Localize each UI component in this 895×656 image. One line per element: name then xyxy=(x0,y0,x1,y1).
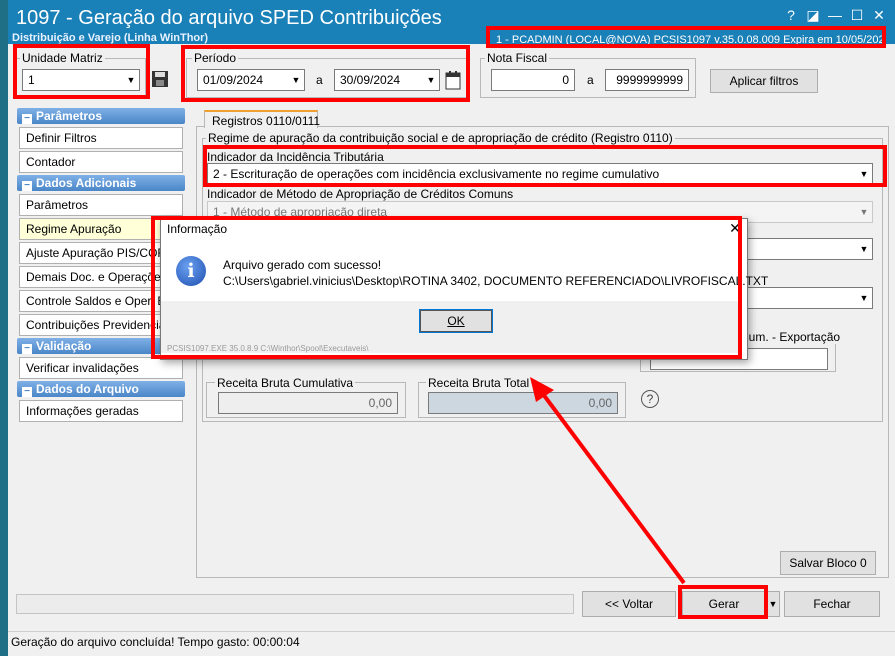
chevron-down-icon: ▼ xyxy=(126,75,136,85)
salvar-bloco-button[interactable]: Salvar Bloco 0 xyxy=(780,551,876,575)
fechar-button[interactable]: Fechar xyxy=(784,591,880,617)
chevron-down-icon: ▼ xyxy=(859,207,869,217)
receita-cumulativa-input[interactable]: 0,00 xyxy=(218,392,398,414)
info-dialog: Informação ✕ i Arquivo gerado com sucess… xyxy=(160,218,768,360)
gerar-dropdown-icon[interactable]: ▼ xyxy=(766,591,780,617)
periodo-end-date[interactable]: 30/09/2024 ▼ xyxy=(334,69,440,91)
sidebar-item-verificar-invalidacoes[interactable]: Verificar invalidações xyxy=(19,357,183,379)
apply-filters-button[interactable]: Aplicar filtros xyxy=(710,69,818,93)
calendar-icon[interactable] xyxy=(444,70,462,90)
user-info: 1 - PCADMIN (LOCAL@NOVA) PCSIS1097 v.35.… xyxy=(486,26,886,48)
sidebar-item-contador[interactable]: Contador xyxy=(19,151,183,173)
gerar-button[interactable]: Gerar xyxy=(682,591,766,617)
restore-icon[interactable]: ◪ xyxy=(804,6,822,24)
unidade-matriz-select[interactable]: 1 ▼ xyxy=(22,69,140,91)
indicador-incidencia-label: Indicador da Incidência Tributária xyxy=(207,150,384,164)
sidebar-section-parametros[interactable]: − Parâmetros xyxy=(17,108,185,124)
voltar-button[interactable]: << Voltar xyxy=(582,591,676,617)
close-button[interactable]: ✕ xyxy=(870,6,888,24)
sidebar-item-contribuicoes-prev[interactable]: Contribuições Previdenciárias xyxy=(19,314,183,336)
sidebar-item-definir-filtros[interactable]: Definir Filtros xyxy=(19,127,183,149)
sidebar-item-ajuste-apuracao[interactable]: Ajuste Apuração PIS/COFINS xyxy=(19,242,183,264)
nota-fiscal-end-input[interactable]: 9999999999 xyxy=(605,69,689,91)
periodo-start-date[interactable]: 01/09/2024 ▼ xyxy=(197,69,305,91)
sidebar-section-dados-adicionais[interactable]: − Dados Adicionais xyxy=(17,175,185,191)
help-button[interactable]: ? xyxy=(782,6,800,24)
chevron-down-icon: ▼ xyxy=(859,244,869,254)
chevron-down-icon: ▼ xyxy=(291,75,301,85)
chevron-down-icon: ▼ xyxy=(426,75,436,85)
progress-bar xyxy=(16,594,574,614)
sidebar-section-dados-arquivo[interactable]: − Dados do Arquivo xyxy=(17,381,185,397)
minimize-button[interactable]: — xyxy=(826,6,844,24)
window-subtitle: Distribuição e Varejo (Linha WinThor) xyxy=(12,32,209,44)
info-icon: i xyxy=(176,256,206,286)
chevron-down-icon: ▼ xyxy=(859,169,869,179)
sidebar-item-demais-doc[interactable]: Demais Doc. e Operações xyxy=(19,266,183,288)
main-window: 1097 - Geração do arquivo SPED Contribui… xyxy=(8,0,895,656)
section-title: Dados do Arquivo xyxy=(36,382,139,396)
dialog-title: Informação xyxy=(167,222,228,236)
tab-registros-0110[interactable]: Registros 0110/0111 xyxy=(204,110,320,128)
periodo-start-value: 01/09/2024 xyxy=(203,73,264,87)
save-icon[interactable] xyxy=(150,69,170,89)
sidebar-item-informacoes-geradas[interactable]: Informações geradas xyxy=(19,400,183,422)
indicador-incidencia-select[interactable]: 2 - Escrituração de operações com incidê… xyxy=(207,163,873,185)
ok-button[interactable]: OK xyxy=(419,309,493,333)
dialog-path: C:\Users\gabriel.vinicius\Desktop\ROTINA… xyxy=(223,274,769,288)
indicador-metodo-value: 1 - Método de apropriação direta xyxy=(213,205,388,219)
periodo-sep: a xyxy=(316,73,323,87)
indicador-metodo-label: Indicador de Método de Apropriação de Cr… xyxy=(207,187,514,201)
section-title: Validação xyxy=(36,339,92,353)
unidade-matriz-value: 1 xyxy=(28,73,35,87)
receita-exportacao-label: Cum. - Exportação xyxy=(738,330,843,344)
dialog-close-button[interactable]: ✕ xyxy=(727,220,743,238)
receita-total-input[interactable]: 0,00 xyxy=(428,392,618,414)
indicador-incidencia-value: 2 - Escrituração de operações com incidê… xyxy=(213,167,660,181)
sidebar-item-parametros[interactable]: Parâmetros xyxy=(19,194,183,216)
periodo-end-value: 30/09/2024 xyxy=(340,73,401,87)
collapse-icon: − xyxy=(22,114,32,124)
receita-cumulativa-label: Receita Bruta Cumulativa xyxy=(215,376,356,390)
periodo-label: Período xyxy=(192,51,239,65)
nota-fiscal-sep: a xyxy=(587,73,594,87)
unidade-matriz-label: Unidade Matriz xyxy=(20,51,105,65)
chevron-down-icon: ▼ xyxy=(859,293,869,303)
nota-fiscal-start-input[interactable]: 0 xyxy=(491,69,575,91)
section-title: Parâmetros xyxy=(36,109,103,123)
maximize-button[interactable]: ☐ xyxy=(848,6,866,24)
sidebar-item-controle-saldos[interactable]: Controle Saldos e Oper. Ext. xyxy=(19,290,183,312)
window-title: 1097 - Geração do arquivo SPED Contribui… xyxy=(16,7,442,29)
nota-fiscal-label: Nota Fiscal xyxy=(485,51,550,65)
receita-total-label: Receita Bruta Total xyxy=(426,376,532,390)
section-title: Dados Adicionais xyxy=(36,176,137,190)
dialog-message: Arquivo gerado com sucesso! xyxy=(223,258,382,272)
dialog-footer: PCSIS1097.EXE 35.0.8.9 C:\Winthor\Spool\… xyxy=(167,344,369,353)
collapse-icon: − xyxy=(22,387,32,397)
ok-label: OK xyxy=(447,314,465,328)
status-bar: Geração do arquivo concluída! Tempo gast… xyxy=(8,631,895,652)
sidebar-item-regime-apuracao[interactable]: Regime Apuração xyxy=(19,218,183,240)
help-icon[interactable]: ? xyxy=(641,390,659,408)
collapse-icon: − xyxy=(22,181,32,191)
regime-group-label: Regime de apuração da contribuição socia… xyxy=(206,131,675,145)
collapse-icon: − xyxy=(22,344,32,354)
